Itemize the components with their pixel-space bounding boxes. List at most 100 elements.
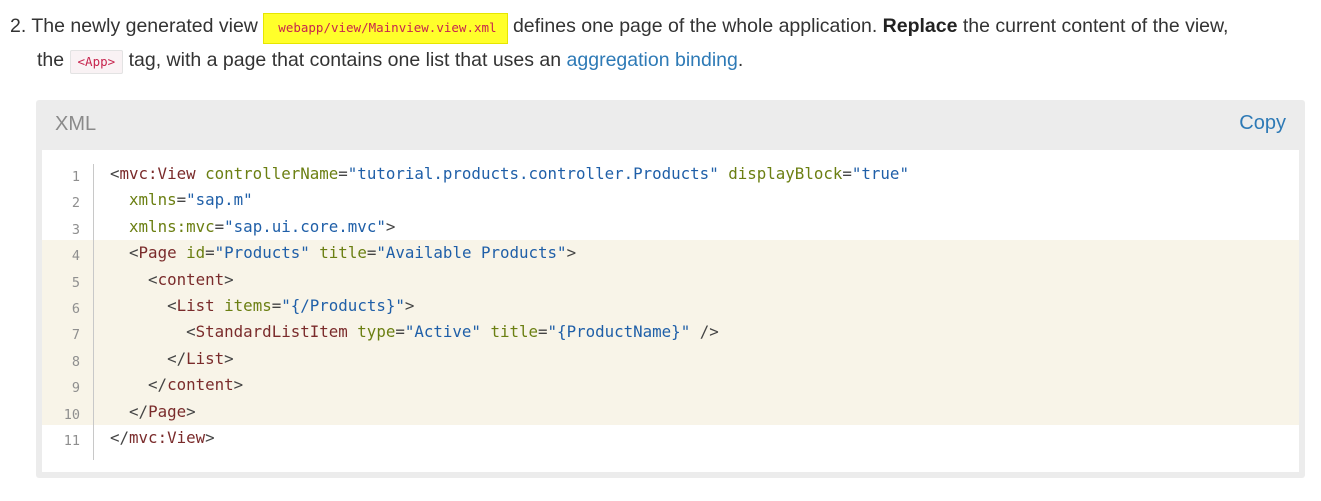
code-token: < <box>129 243 139 263</box>
step-number: 2. <box>10 15 27 37</box>
code-text: <mvc:View controllerName="tutorial.produ… <box>110 164 909 183</box>
code-token: </ <box>129 401 149 421</box>
code-token: List <box>176 296 215 315</box>
code-token: "tutorial.products.controller.Products" <box>347 164 719 183</box>
code-line: 7 <StandardListItem type="Active" title=… <box>42 319 1299 346</box>
code-line: 10 </Page> <box>42 398 1299 425</box>
code-token: controllerName <box>205 164 339 183</box>
code-line: 11 </mvc:View> <box>42 425 1299 451</box>
code-token: = <box>395 322 405 342</box>
line-number: 2 <box>71 195 80 212</box>
code-token: < <box>148 269 158 289</box>
code-token: = <box>214 216 225 236</box>
line-number: 9 <box>71 380 80 397</box>
code-token: = <box>338 164 348 183</box>
code-token: items <box>224 296 272 315</box>
line-number: 5 <box>71 274 80 291</box>
code-token: > <box>205 428 215 447</box>
line-number: 4 <box>71 248 80 265</box>
code-token: "Available Products" <box>376 243 567 263</box>
step-paragraph: 2. The newly generated view webapp/view/… <box>10 10 1310 78</box>
line-number: 3 <box>71 221 80 238</box>
step-text-6: . <box>737 49 744 71</box>
code-token: = <box>842 164 852 183</box>
code-text: xmlns:mvc="sap.ui.core.mvc"> <box>110 217 395 236</box>
code-token: = <box>176 190 187 210</box>
code-line: 5 <content> <box>42 266 1299 293</box>
code-token: type <box>357 322 396 342</box>
line-number: 7 <box>71 327 80 344</box>
app-tag-code: <App> <box>69 50 124 74</box>
gutter-separator <box>93 164 94 460</box>
code-text: xmlns="sap.m" <box>110 190 253 209</box>
code-line: 2 xmlns="sap.m" <box>42 187 1299 213</box>
code-block-header: XML Copy <box>36 100 1305 150</box>
code-token: "{ProductName}" <box>547 322 691 342</box>
code-token: title <box>490 322 539 342</box>
code-text: <List items="{/Products}"> <box>110 296 414 315</box>
code-text: <content> <box>110 270 234 289</box>
code-token: = <box>205 243 215 263</box>
code-token: > <box>385 216 396 236</box>
line-number: 1 <box>71 169 80 185</box>
code-token: "{/Products}" <box>281 296 405 315</box>
step-text-1: The newly generated view <box>26 15 264 37</box>
code-token: id <box>186 243 206 263</box>
code-token: < <box>110 164 120 183</box>
code-token: > <box>566 243 577 263</box>
line-number: 11 <box>63 433 80 449</box>
code-token: Page <box>148 401 187 421</box>
code-token: < <box>167 296 177 315</box>
code-token: xmlns:mvc <box>129 216 215 236</box>
code-token: = <box>538 322 548 342</box>
copy-button[interactable]: Copy <box>1239 112 1286 135</box>
code-token: = <box>271 296 282 315</box>
code-token: "sap.ui.core.mvc" <box>224 216 386 236</box>
code-line: 6 <List items="{/Products}"> <box>42 293 1299 320</box>
code-token: = <box>366 243 377 263</box>
code-line: 3 xmlns:mvc="sap.ui.core.mvc"> <box>42 214 1299 240</box>
code-text: <Page id="Products" title="Available Pro… <box>110 243 576 262</box>
code-line: 8 </List> <box>42 345 1299 373</box>
step-text-4: the <box>37 49 70 71</box>
code-token: </ <box>110 428 130 447</box>
aggregation-binding-link[interactable]: aggregation binding <box>567 49 738 71</box>
code-token: > <box>404 296 415 315</box>
code-token: mvc:View <box>119 164 196 183</box>
code-token: Page <box>138 243 177 263</box>
line-number: 8 <box>71 353 80 370</box>
step-line-1: 2. The newly generated view webapp/view/… <box>10 10 1310 44</box>
code-language-label: XML <box>55 113 97 135</box>
code-token: > <box>224 348 234 368</box>
code-text: </Page> <box>110 402 196 421</box>
step-text-5: tag, with a page that contains one list … <box>123 49 567 71</box>
code-block: XML Copy 11 </mvc:View> 10 </Page> 9 </cont… <box>36 100 1305 478</box>
code-text: </content> <box>110 375 243 394</box>
code-token: > <box>233 375 244 395</box>
code-token: title <box>319 243 367 263</box>
code-body[interactable]: 11 </mvc:View> 10 </Page> 9 </content> 8 </L… <box>42 150 1299 472</box>
code-text: <StandardListItem type="Active" title="{… <box>110 322 719 341</box>
step-line-2: the <App> tag, with a page that contains… <box>10 44 1310 78</box>
code-token: displayBlock <box>728 164 843 183</box>
code-token: "true" <box>851 164 909 183</box>
code-token: content <box>167 375 234 395</box>
code-token: mvc:View <box>129 428 206 447</box>
step-text-2: defines one page of the whole applicatio… <box>507 15 883 37</box>
code-token: "Active" <box>404 322 481 342</box>
code-text: </List> <box>110 349 234 368</box>
code-line: 4 <Page id="Products" title="Available P… <box>42 240 1299 267</box>
code-text: </mvc:View> <box>110 428 215 447</box>
code-line: 9 </content> <box>42 372 1299 399</box>
file-path-code: webapp/view/Mainview.view.xml <box>263 13 508 44</box>
line-number: 10 <box>63 406 80 423</box>
code-token: StandardListItem <box>195 322 348 342</box>
code-token: </ <box>167 348 187 368</box>
code-token: /> <box>690 322 719 342</box>
code-token: content <box>157 269 225 289</box>
